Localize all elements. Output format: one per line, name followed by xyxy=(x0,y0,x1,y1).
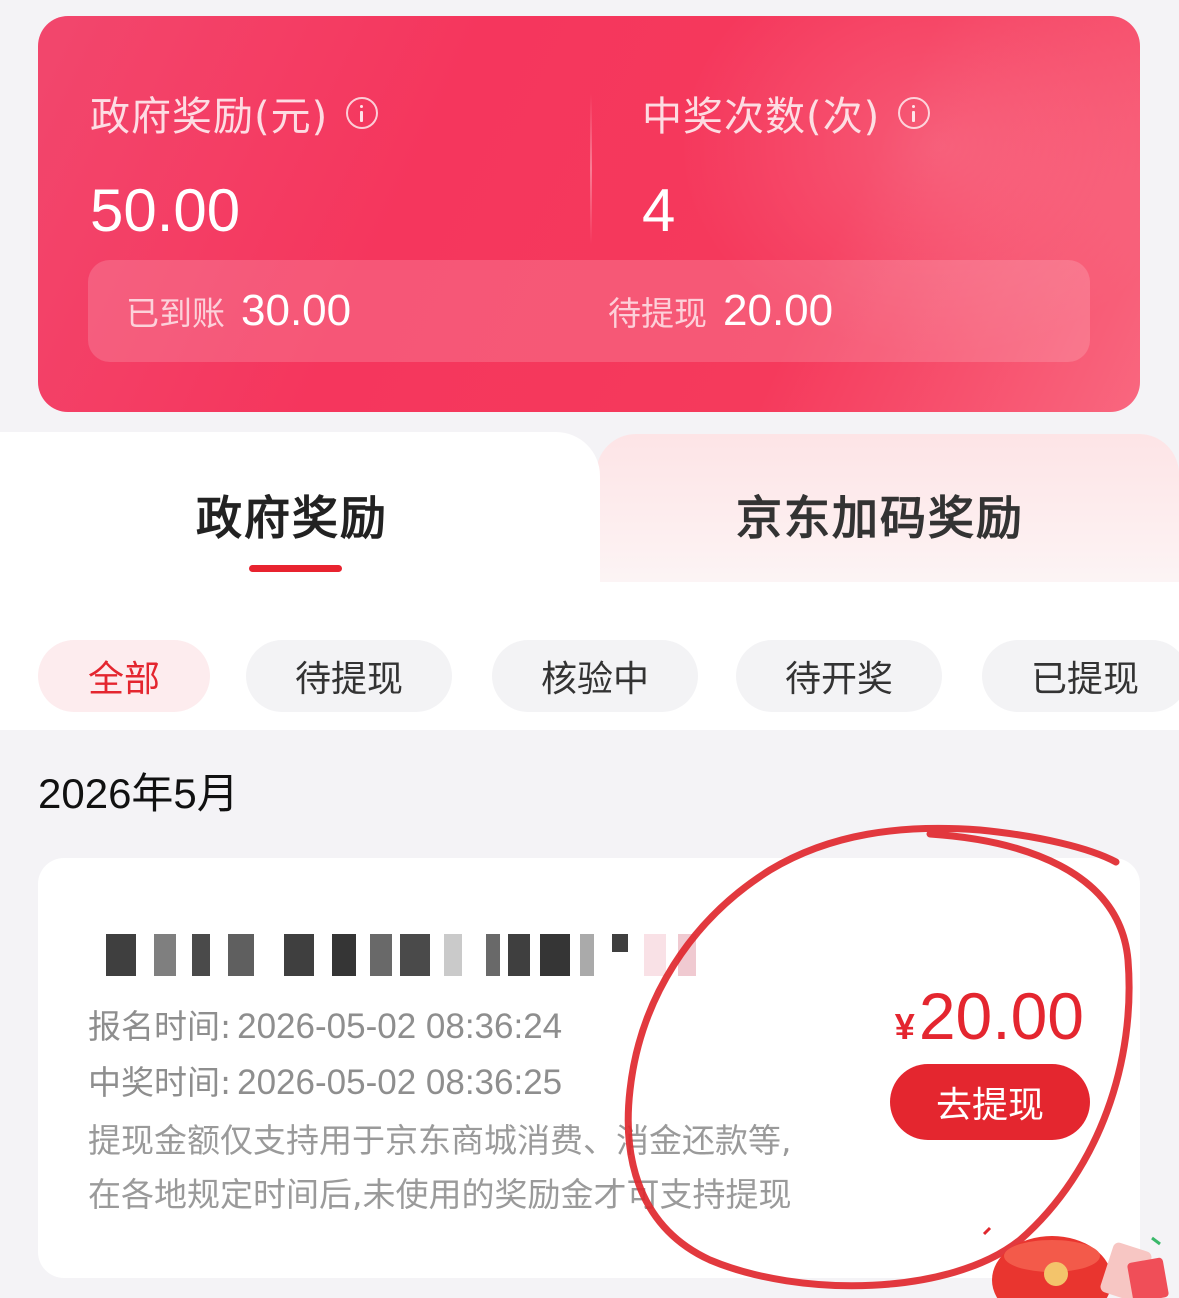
signup-time-value: 2026-05-02 08:36:24 xyxy=(237,1007,563,1046)
reward-record-card[interactable]: 报名时间: 2026-05-02 08:36:24 中奖时间: 2026-05-02… xyxy=(38,858,1140,1278)
gov-reward-label-row: 政府奖励(元) xyxy=(90,84,379,142)
pending-balance: 待提现 20.00 xyxy=(608,260,833,362)
pending-label: 待提现 xyxy=(608,294,707,333)
gov-reward-value: 50.00 xyxy=(90,177,241,244)
month-title: 2026年5月 xyxy=(38,770,239,817)
filter-verifying[interactable]: 核验中 xyxy=(492,640,698,712)
win-time-label: 中奖时间: xyxy=(88,1063,232,1102)
tab-active-indicator xyxy=(249,565,342,572)
win-time-value: 2026-05-02 08:36:25 xyxy=(237,1063,563,1102)
tab-gov-reward[interactable]: 政府奖励 xyxy=(196,482,388,548)
signup-time-label: 报名时间: xyxy=(88,1007,232,1046)
amount-value: 20.00 xyxy=(918,979,1084,1053)
gift-decoration-icon xyxy=(982,1226,1169,1298)
signup-time-line: 报名时间: 2026-05-02 08:36:24 xyxy=(88,1000,562,1048)
withdraw-note-line2: 在各地规定时间后,未使用的奖励金才可支持提现 xyxy=(88,1175,792,1214)
balance-row: 已到账 30.00 待提现 20.00 xyxy=(88,260,1090,362)
pending-value: 20.00 xyxy=(723,286,834,335)
tab-jd-bonus-reward[interactable]: 京东加码奖励 xyxy=(736,482,1024,548)
arrived-balance: 已到账 30.00 xyxy=(126,260,351,362)
reward-amount: ¥ 20.00 xyxy=(895,978,1084,1054)
filter-pending-withdraw[interactable]: 待提现 xyxy=(246,640,452,712)
win-time-line: 中奖时间: 2026-05-02 08:36:25 xyxy=(88,1056,562,1104)
arrived-value: 30.00 xyxy=(241,286,352,335)
info-icon[interactable] xyxy=(346,97,379,129)
win-count-value: 4 xyxy=(642,177,676,244)
win-count-label: 中奖次数(次) xyxy=(642,94,881,140)
withdraw-note-line1: 提现金额仅支持用于京东商城消费、消金还款等, xyxy=(88,1121,792,1160)
pixelated-activity-name xyxy=(88,934,738,980)
tab-strip xyxy=(0,582,1179,622)
info-icon[interactable] xyxy=(898,97,931,129)
reward-tabs: 政府奖励 京东加码奖励 xyxy=(0,432,1179,624)
stat-divider xyxy=(590,94,592,244)
arrived-label: 已到账 xyxy=(126,294,225,333)
currency-symbol: ¥ xyxy=(894,1006,915,1047)
filter-all[interactable]: 全部 xyxy=(38,640,210,712)
win-count-label-row: 中奖次数(次) xyxy=(642,84,931,142)
reward-summary-card: 政府奖励(元) 50.00 中奖次数(次) 4 已到账 30.00 待提现 20… xyxy=(38,16,1140,412)
gov-reward-label: 政府奖励(元) xyxy=(90,94,329,140)
withdraw-button[interactable]: 去提现 xyxy=(890,1064,1090,1140)
filter-withdrawn[interactable]: 已提现 xyxy=(982,640,1179,712)
filter-pending-draw[interactable]: 待开奖 xyxy=(736,640,942,712)
status-filter-bar: 全部 待提现 核验中 待开奖 已提现 xyxy=(0,620,1179,730)
